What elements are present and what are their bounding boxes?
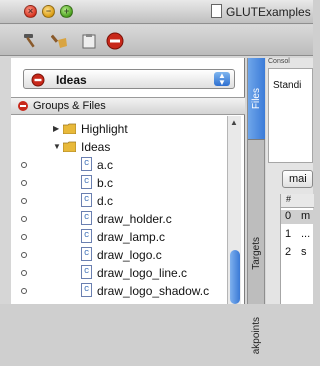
- c-file-icon: [81, 283, 92, 297]
- thread-popup[interactable]: mai: [282, 170, 313, 188]
- tab-targets[interactable]: Targets: [248, 218, 265, 288]
- stack-row[interactable]: 1 ...: [281, 228, 314, 242]
- groups-header[interactable]: Groups & Files: [11, 97, 245, 115]
- tree-row-label: draw_lamp.c: [97, 230, 166, 244]
- tree-row-file[interactable]: draw_logo_shadow.c: [11, 282, 227, 300]
- zoom-icon: +: [63, 6, 70, 16]
- folder-icon: [63, 141, 76, 152]
- window-title: GLUTExamples: [226, 5, 311, 19]
- stack-num: 0: [285, 210, 292, 222]
- tree-row-file[interactable]: draw_logo.c: [11, 246, 227, 264]
- file-tree: ▶ Highlight ▼ Ideas a.c b.c: [11, 116, 227, 304]
- tree-row-label: draw_logo.c: [97, 248, 162, 262]
- tree-row-label: d.c: [97, 194, 114, 208]
- tab-breakpoints-label: akpoints: [251, 317, 262, 355]
- tree-row-label: b.c: [97, 176, 114, 190]
- hammer-icon: [24, 34, 35, 48]
- scroll-thumb[interactable]: [230, 250, 240, 304]
- tab-breakpoints[interactable]: akpoints: [248, 306, 265, 366]
- console-output[interactable]: Standi: [268, 68, 313, 163]
- tree-row-highlight[interactable]: ▶ Highlight: [11, 120, 227, 138]
- stack-row[interactable]: 2 s: [281, 246, 314, 260]
- stack-fn: m: [301, 210, 311, 222]
- c-file-icon: [81, 265, 92, 279]
- tree-row-label: draw_logo_line.c: [97, 266, 188, 280]
- tree-row-file[interactable]: draw_holder.c: [11, 210, 227, 228]
- c-file-icon: [81, 229, 92, 243]
- c-file-icon: [81, 247, 92, 261]
- groups-stop-icon: [18, 101, 28, 111]
- tree-row-label: a.c: [97, 158, 114, 172]
- build-status-icon: [21, 288, 27, 294]
- title-bar[interactable]: × − + GLUTExamples: [0, 0, 313, 24]
- c-file-icon: [81, 175, 92, 189]
- stop-icon: [106, 32, 124, 50]
- document-icon: [211, 4, 222, 18]
- disclosure-triangle-icon[interactable]: ▶: [53, 124, 59, 133]
- stack-table: # 0 m 1 ... 2 s: [280, 194, 314, 304]
- tree-row-file[interactable]: d.c: [11, 192, 227, 210]
- stack-header: #: [281, 194, 314, 208]
- project-window: × − + GLUTExamples Ideas ▲ ▼ Groups & Fi…: [0, 0, 314, 355]
- stack-row[interactable]: 0 m: [281, 210, 314, 224]
- c-file-icon: [81, 157, 92, 171]
- tree-row-file[interactable]: draw_lamp.c: [11, 228, 227, 246]
- console-text: Standi: [273, 80, 302, 91]
- stack-fn: ...: [301, 228, 311, 240]
- tab-targets-label: Targets: [251, 236, 262, 270]
- popup-arrows-icon: ▲ ▼: [214, 72, 230, 87]
- minimize-icon: −: [45, 6, 52, 16]
- stack-fn: s: [301, 246, 307, 258]
- side-tabs: Files Targets akpoints: [247, 58, 265, 355]
- tree-row-ideas[interactable]: ▼ Ideas: [11, 138, 227, 156]
- tab-files[interactable]: Files: [248, 58, 265, 140]
- broom-icon: [51, 34, 67, 48]
- stack-num: 1: [285, 228, 292, 240]
- project-popup-label: Ideas: [56, 73, 87, 87]
- build-status-icon: [21, 180, 27, 186]
- build-status-icon: [21, 234, 27, 240]
- clean-button[interactable]: [51, 32, 69, 50]
- build-button[interactable]: [21, 32, 39, 50]
- clipboard-icon: [82, 34, 96, 49]
- toolbar: [0, 25, 313, 56]
- tree-scrollbar[interactable]: ▲: [227, 116, 241, 304]
- zoom-button[interactable]: +: [60, 5, 73, 18]
- stop-button[interactable]: [106, 32, 124, 50]
- build-status-icon: [21, 252, 27, 258]
- groups-header-label: Groups & Files: [33, 100, 106, 112]
- build-status-icon: [21, 198, 27, 204]
- folder-icon: [63, 123, 76, 134]
- stack-num: 2: [285, 246, 292, 258]
- tree-row-label: Highlight: [81, 122, 128, 136]
- close-button[interactable]: ×: [24, 5, 37, 18]
- tree-row-file[interactable]: a.c: [11, 156, 227, 174]
- c-file-icon: [81, 211, 92, 225]
- disclosure-triangle-icon[interactable]: ▼: [53, 142, 61, 151]
- target-icon: [31, 73, 45, 87]
- tree-row-label: Ideas: [81, 140, 111, 154]
- clipboard-button[interactable]: [80, 32, 98, 50]
- build-status-icon: [21, 216, 27, 222]
- c-file-icon: [81, 193, 92, 207]
- tab-files-label: Files: [251, 87, 262, 110]
- tree-row-file[interactable]: b.c: [11, 174, 227, 192]
- tree-row-label: draw_holder.c: [97, 212, 172, 226]
- build-status-icon: [21, 270, 27, 276]
- scroll-up-icon[interactable]: ▲: [230, 118, 238, 127]
- build-status-icon: [21, 162, 27, 168]
- close-icon: ×: [27, 6, 34, 16]
- minimize-button[interactable]: −: [42, 5, 55, 18]
- console-title: Consol: [268, 58, 290, 65]
- project-popup[interactable]: Ideas ▲ ▼: [23, 69, 235, 89]
- tree-row-file[interactable]: draw_logo_line.c: [11, 264, 227, 282]
- tree-row-label: draw_logo_shadow.c: [97, 284, 210, 298]
